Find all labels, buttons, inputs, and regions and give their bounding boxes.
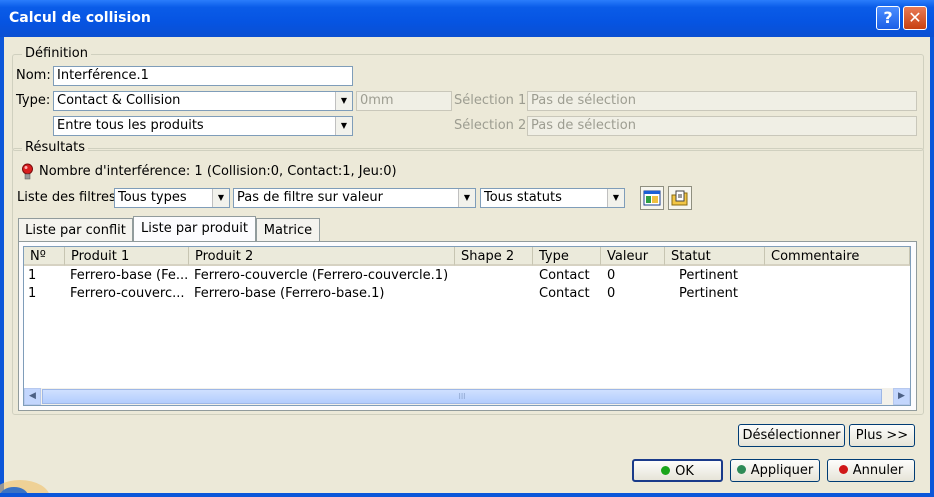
status-filter-dropdown[interactable]: Tous statuts ▼ bbox=[480, 188, 625, 208]
scroll-left-icon[interactable]: ◀ bbox=[24, 388, 41, 405]
cell-type: Contact bbox=[539, 286, 590, 301]
name-label: Nom: bbox=[16, 68, 51, 83]
chevron-down-icon[interactable]: ▼ bbox=[458, 189, 475, 207]
cancel-button[interactable]: Annuler bbox=[827, 459, 915, 482]
selection2-label: Sélection 2: bbox=[454, 118, 531, 133]
cell-number: 1 bbox=[28, 286, 37, 301]
window-table-icon[interactable] bbox=[640, 186, 664, 210]
cell-product1: Ferrero-base (Fe... bbox=[70, 268, 188, 283]
column-header-comment[interactable]: Commentaire bbox=[765, 247, 910, 266]
cell-number: 1 bbox=[28, 268, 37, 283]
clearance-input: 0mm bbox=[356, 91, 452, 111]
results-list[interactable]: Nº Produit 1 Produit 2 Shape 2 Type Vale… bbox=[23, 246, 911, 406]
ok-button-label: OK bbox=[675, 464, 694, 479]
chevron-down-icon[interactable]: ▼ bbox=[335, 117, 352, 135]
red-dot-icon bbox=[838, 465, 848, 474]
cell-product1: Ferrero-couverc... bbox=[70, 286, 185, 301]
cell-product2: Ferrero-couvercle (Ferrero-couvercle.1) bbox=[194, 268, 449, 283]
definition-group-label: Définition bbox=[22, 46, 91, 61]
cancel-button-label: Annuler bbox=[852, 463, 904, 478]
value-filter-dropdown[interactable]: Pas de filtre sur valeur ▼ bbox=[233, 188, 476, 208]
horizontal-scrollbar[interactable]: ◀ III ▶ bbox=[24, 388, 910, 405]
globe-logo-icon bbox=[0, 462, 50, 493]
apply-button[interactable]: Appliquer bbox=[730, 459, 820, 482]
more-button[interactable]: Plus >> bbox=[849, 424, 915, 447]
type-dropdown-value: Contact & Collision bbox=[57, 93, 181, 108]
green-dot-icon bbox=[736, 465, 746, 474]
column-header-number[interactable]: Nº bbox=[24, 247, 65, 266]
column-header-value[interactable]: Valeur bbox=[601, 247, 665, 266]
title-bar[interactable]: Calcul de collision ? ✕ bbox=[0, 0, 934, 37]
selection1-label: Sélection 1: bbox=[454, 93, 531, 108]
folder-export-icon[interactable] bbox=[668, 186, 692, 210]
value-filter-value: Pas de filtre sur valeur bbox=[237, 190, 383, 205]
type-dropdown[interactable]: Contact & Collision ▼ bbox=[53, 91, 353, 111]
table-row[interactable]: 1 Ferrero-couverc... Ferrero-base (Ferre… bbox=[24, 285, 910, 303]
dialog-client-area: Définition Nom: Interférence.1 Type: Con… bbox=[0, 37, 930, 493]
tab-list-by-product[interactable]: Liste par produit bbox=[133, 216, 256, 243]
selection1-field: Pas de sélection bbox=[527, 91, 917, 111]
selection2-field: Pas de sélection bbox=[527, 116, 917, 136]
tab-list-by-conflict[interactable]: Liste par conflit bbox=[18, 218, 133, 242]
ok-button[interactable]: OK bbox=[632, 459, 723, 482]
interference-summary: Nombre d'interférence: 1 (Collision:0, C… bbox=[39, 164, 397, 179]
type-filter-value: Tous types bbox=[118, 190, 187, 205]
results-group-label: Résultats bbox=[22, 140, 89, 155]
tab-panel: Nº Produit 1 Produit 2 Shape 2 Type Vale… bbox=[18, 241, 917, 411]
close-button[interactable]: ✕ bbox=[903, 6, 927, 30]
chevron-down-icon[interactable]: ▼ bbox=[335, 92, 352, 110]
dialog-window: Calcul de collision ? ✕ Définition Nom: … bbox=[0, 0, 934, 497]
scroll-thumb[interactable]: III bbox=[42, 389, 882, 404]
filters-label: Liste des filtres: bbox=[17, 190, 121, 205]
chevron-down-icon[interactable]: ▼ bbox=[212, 189, 229, 207]
deselect-button[interactable]: Désélectionner bbox=[738, 424, 845, 447]
type-filter-dropdown[interactable]: Tous types ▼ bbox=[114, 188, 230, 208]
column-header-type[interactable]: Type bbox=[533, 247, 601, 266]
chevron-down-icon[interactable]: ▼ bbox=[607, 189, 624, 207]
help-button[interactable]: ? bbox=[876, 6, 900, 30]
cell-status: Pertinent bbox=[679, 268, 739, 283]
scroll-right-icon[interactable]: ▶ bbox=[893, 388, 910, 405]
column-header-product2[interactable]: Produit 2 bbox=[189, 247, 455, 266]
window-title: Calcul de collision bbox=[9, 10, 151, 26]
cell-status: Pertinent bbox=[679, 286, 739, 301]
name-input[interactable]: Interférence.1 bbox=[53, 66, 353, 86]
tab-matrix[interactable]: Matrice bbox=[256, 218, 320, 242]
column-header-shape2[interactable]: Shape 2 bbox=[455, 247, 533, 266]
table-row[interactable]: 1 Ferrero-base (Fe... Ferrero-couvercle … bbox=[24, 267, 910, 285]
status-filter-value: Tous statuts bbox=[484, 190, 562, 205]
cell-product2: Ferrero-base (Ferrero-base.1) bbox=[194, 286, 385, 301]
column-header-product1[interactable]: Produit 1 bbox=[65, 247, 189, 266]
cell-type: Contact bbox=[539, 268, 590, 283]
column-header-status[interactable]: Statut bbox=[665, 247, 765, 266]
red-bulb-icon bbox=[21, 163, 34, 181]
scope-dropdown[interactable]: Entre tous les produits ▼ bbox=[53, 116, 353, 136]
apply-button-label: Appliquer bbox=[750, 463, 814, 478]
type-label: Type: bbox=[16, 93, 51, 108]
cell-value: 0 bbox=[607, 268, 616, 283]
green-dot-icon bbox=[661, 466, 671, 475]
cell-value: 0 bbox=[607, 286, 616, 301]
scope-dropdown-value: Entre tous les produits bbox=[57, 118, 204, 133]
